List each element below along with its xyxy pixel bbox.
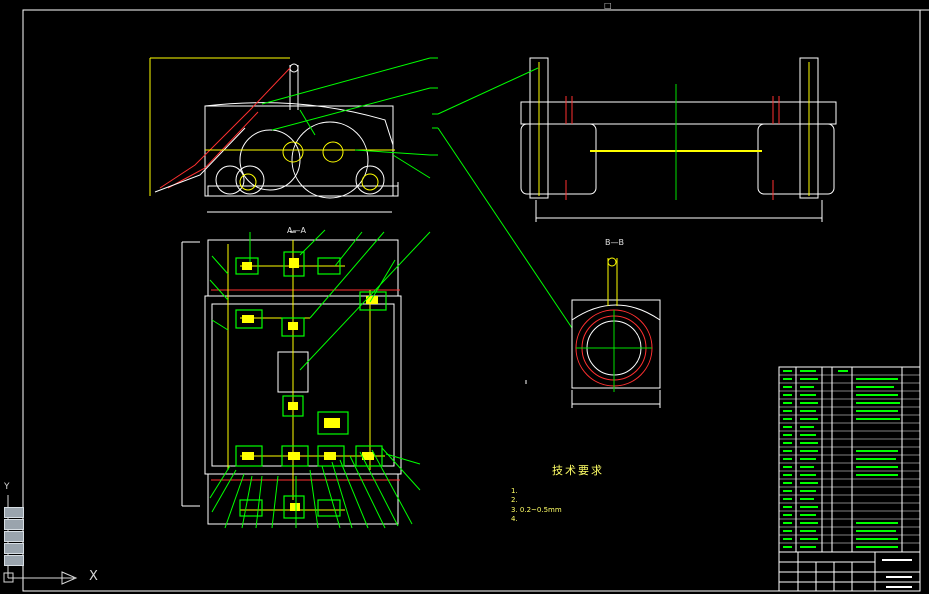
- technical-requirement-item: 1.: [511, 487, 518, 495]
- side-view-leaders: [432, 67, 573, 329]
- front-view-leaders: [261, 57, 438, 179]
- section-aa-label: A—A: [287, 226, 306, 235]
- toolbar-button[interactable]: [4, 519, 24, 530]
- side-toolbar: [0, 507, 26, 575]
- toolbar-button[interactable]: [4, 507, 24, 518]
- toolbar-button[interactable]: [4, 555, 24, 566]
- toolbar-button[interactable]: [4, 543, 24, 554]
- side-view: [520, 57, 837, 222]
- sheet-border: [22, 9, 921, 592]
- section-aa-view: [181, 231, 402, 525]
- section-aa-leaders: [209, 229, 431, 529]
- title-block: [778, 551, 921, 592]
- section-bb-label: B—B: [605, 238, 624, 247]
- ucs-y-label: Y: [4, 482, 10, 492]
- section-bb-view: [525, 257, 661, 408]
- front-view: [149, 57, 399, 213]
- technical-requirements-title: 技术要求: [552, 464, 604, 477]
- parts-list-entries: [783, 370, 900, 548]
- technical-requirement-item: 2.: [511, 496, 518, 504]
- technical-requirement-item: 4.: [511, 515, 518, 523]
- technical-requirement-item: 3. 0.2~0.5mm: [511, 506, 562, 514]
- cad-drawing-canvas[interactable]: [0, 0, 929, 594]
- ucs-x-label: X: [89, 569, 98, 584]
- window-corner-icon: □: [604, 1, 612, 10]
- toolbar-button[interactable]: [4, 531, 24, 542]
